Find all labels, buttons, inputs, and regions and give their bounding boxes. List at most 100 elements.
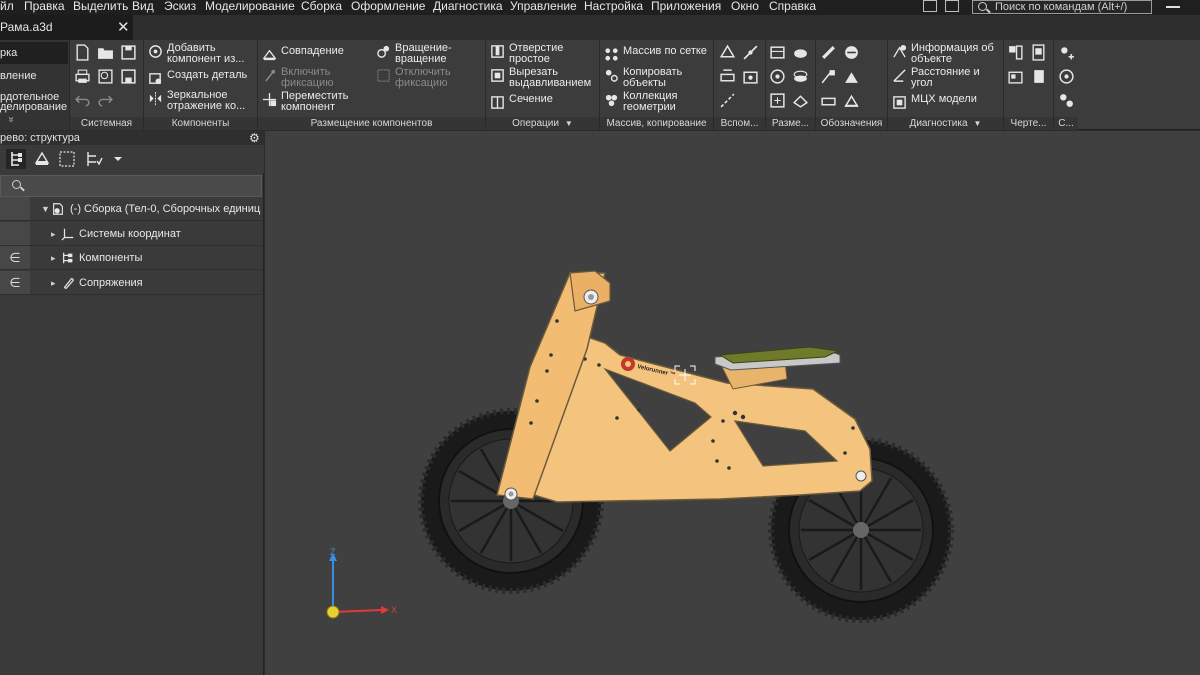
group-label-diagnostics[interactable]: Диагностика ▼ xyxy=(888,117,1003,130)
menu-modeling[interactable]: Моделирование xyxy=(205,0,295,15)
open-folder-icon[interactable] xyxy=(97,44,114,61)
diagnostics-dropdown-icon[interactable]: ▼ xyxy=(974,119,982,128)
mode-tab-management[interactable]: вление xyxy=(0,70,36,82)
tree-row-mates[interactable]: ∈ ▸ Сопряжения xyxy=(0,271,262,295)
print-icon[interactable] xyxy=(74,68,91,85)
menu-diagnostics[interactable]: Диагностика xyxy=(433,0,503,15)
copy-objects-button[interactable]: Копировать объекты xyxy=(604,67,682,89)
menu-view[interactable]: Вид xyxy=(132,0,154,15)
preview-icon[interactable] xyxy=(97,68,114,85)
create-part-button[interactable]: Создать деталь xyxy=(148,70,247,86)
menu-file[interactable]: йл xyxy=(0,0,14,15)
tree-row-components[interactable]: ∈ ▸ Компоненты xyxy=(0,246,262,270)
balance-bike-model[interactable]: Velorunner ™ Z X xyxy=(265,131,1200,675)
save-icon[interactable] xyxy=(120,44,137,61)
menu-assembly[interactable]: Сборка xyxy=(301,0,342,15)
save-as-icon[interactable] xyxy=(120,68,137,85)
geometry-collection-button[interactable]: Коллекция геометрии xyxy=(604,91,677,113)
menu-window[interactable]: Окно xyxy=(731,0,759,15)
simple-hole-button[interactable]: Отверстие простое xyxy=(490,43,563,65)
3d-viewport[interactable]: Velorunner ™ Z X xyxy=(265,131,1200,675)
roughness-icon[interactable] xyxy=(843,44,860,61)
angular-size-icon[interactable] xyxy=(792,44,809,61)
plane-icon[interactable] xyxy=(719,44,736,61)
create-drawing-icon[interactable] xyxy=(1030,44,1047,61)
arc-size-icon[interactable] xyxy=(792,92,809,109)
menu-management[interactable]: Управление xyxy=(510,0,577,15)
group-notation: Обозначения xyxy=(816,40,888,130)
rotation-rotation-button[interactable]: Вращение- вращение xyxy=(376,43,452,65)
auto-size-icon[interactable] xyxy=(769,92,786,109)
tree-search-input[interactable] xyxy=(0,175,262,197)
object-info-button[interactable]: Информация об объекте xyxy=(892,43,994,65)
variables-icon[interactable] xyxy=(1058,68,1075,85)
menu-edit[interactable]: Правка xyxy=(24,0,65,15)
menu-select[interactable]: Выделить xyxy=(73,0,128,15)
operations-dropdown-icon[interactable]: ▼ xyxy=(565,119,573,128)
mass-props-button[interactable]: МЦХ модели xyxy=(892,94,977,110)
menu-sketch[interactable]: Эскиз xyxy=(164,0,196,15)
group-label-aux: Вспом... xyxy=(714,117,765,130)
offset-plane-icon[interactable] xyxy=(719,68,736,85)
add-parameter-icon[interactable] xyxy=(1058,44,1075,61)
drawing-view-icon[interactable] xyxy=(1007,44,1024,61)
marker-icon[interactable] xyxy=(843,92,860,109)
mode-tab-detail-line2[interactable]: делирование xyxy=(0,102,67,113)
spec-icon[interactable] xyxy=(1007,68,1024,85)
redo-icon[interactable] xyxy=(97,92,114,109)
section-button[interactable]: Сечение xyxy=(490,94,553,110)
disable-fix-button[interactable]: Отключить фиксацию xyxy=(376,67,451,89)
move-component-button[interactable]: Переместить компонент xyxy=(262,91,348,113)
enable-fix-button[interactable]: Включить фиксацию xyxy=(262,67,333,89)
mode-tab-assembly[interactable]: рка xyxy=(0,42,68,64)
menu-settings[interactable]: Настройка xyxy=(584,0,643,15)
relations-icon[interactable] xyxy=(1058,92,1075,109)
minimize-icon[interactable] xyxy=(1166,6,1180,8)
mirror-component-button[interactable]: Зеркальное отражение ко... xyxy=(148,90,245,112)
build-tree-icon[interactable] xyxy=(32,149,52,169)
axis-icon[interactable] xyxy=(742,44,759,61)
base-icon[interactable] xyxy=(843,68,860,85)
filter-selection-icon[interactable] xyxy=(57,149,77,169)
grid-array-button[interactable]: Массив по сетке xyxy=(604,46,707,62)
line-icon[interactable] xyxy=(719,92,736,109)
menu-drafting[interactable]: Оформление xyxy=(351,0,425,15)
add-component-button[interactable]: Добавить компонент из... xyxy=(148,43,244,65)
expand-arrow-icon[interactable]: ▸ xyxy=(51,246,56,269)
expand-arrow-icon[interactable]: ▸ xyxy=(51,222,56,245)
rotation-label: Вращение- вращение xyxy=(395,42,452,65)
radial-size-icon[interactable] xyxy=(769,68,786,85)
close-tab-icon[interactable]: ✕ xyxy=(117,15,130,40)
panel-settings-gear-icon[interactable]: ⚙ xyxy=(249,132,260,144)
document-tab[interactable]: Рама.a3d ✕ xyxy=(0,15,133,40)
extrude-cut-button[interactable]: Вырезать выдавливанием xyxy=(490,67,591,89)
tree-row-assembly[interactable]: ▼ (-) Сборка (Тел-0, Сборочных единиц xyxy=(0,197,262,221)
linear-size-icon[interactable] xyxy=(769,44,786,61)
bike-seat[interactable] xyxy=(714,346,841,371)
new-file-icon[interactable] xyxy=(74,44,91,61)
tree-view-mode-icon[interactable] xyxy=(84,149,104,169)
toolbar-dropdown-icon[interactable] xyxy=(108,149,128,169)
screenshot-icon[interactable] xyxy=(945,0,959,12)
collapse-arrow-icon[interactable]: ▼ xyxy=(41,197,50,220)
group-label-operations[interactable]: Операции ▼ xyxy=(486,117,599,130)
axis-x-label: X xyxy=(391,605,397,615)
menu-apps[interactable]: Приложения xyxy=(651,0,721,15)
coincidence-button[interactable]: Совпадение xyxy=(262,46,344,62)
expand-arrow-icon[interactable]: ▸ xyxy=(51,271,56,294)
distance-angle-button[interactable]: Расстояние и угол xyxy=(892,67,980,89)
undo-icon[interactable] xyxy=(74,92,91,109)
restore-window-icon[interactable] xyxy=(923,0,937,12)
leader-icon[interactable] xyxy=(820,68,837,85)
sheet-icon[interactable] xyxy=(1030,68,1047,85)
thread-icon[interactable] xyxy=(820,44,837,61)
tree-row-coordinate-systems[interactable]: ▸ Системы координат xyxy=(0,222,262,246)
structure-tree-icon[interactable] xyxy=(6,149,26,169)
tolerance-icon[interactable] xyxy=(820,92,837,109)
group-aux: Вспом... xyxy=(714,40,766,130)
command-search-input[interactable]: Поиск по командам (Alt+/) xyxy=(972,0,1152,14)
menu-help[interactable]: Справка xyxy=(769,0,816,15)
collapse-ribbon-icon[interactable]: » xyxy=(5,117,16,123)
diameter-size-icon[interactable] xyxy=(792,68,809,85)
point-icon[interactable] xyxy=(742,68,759,85)
